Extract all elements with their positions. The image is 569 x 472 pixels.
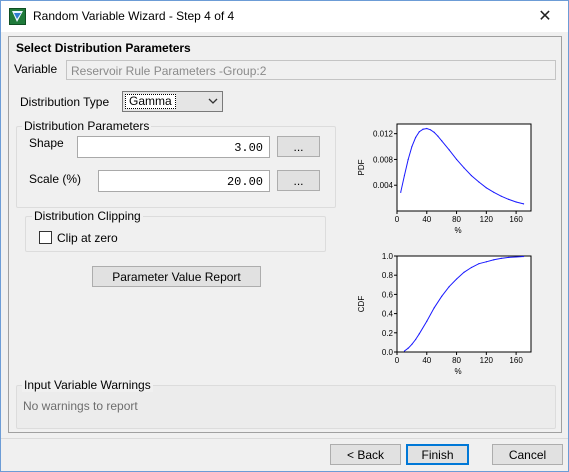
y-tick-label: 1.0 [382,252,394,261]
data-point [522,203,525,205]
window-title: Random Variable Wizard - Step 4 of 4 [33,9,235,23]
data-point [441,295,443,297]
y-axis-label: CDF [357,296,366,313]
finish-button[interactable]: Finish [406,444,469,465]
data-point [403,174,406,177]
x-tick-label: 120 [480,215,494,224]
y-axis-label: PDF [357,159,366,175]
close-icon: ✕ [538,8,552,25]
x-tick-label: 40 [422,215,431,224]
data-point [463,271,465,273]
data-point [500,257,502,259]
data-point [426,320,428,322]
data-point [418,333,420,335]
variable-label: Variable [14,62,58,76]
data-point [400,191,402,193]
variable-field[interactable]: Reservoir Rule Parameters -Group:2 [66,60,556,80]
data-point [448,286,450,288]
clip-at-zero-checkbox[interactable] [39,231,52,244]
data-point [429,129,432,131]
data-point [437,135,439,137]
y-tick-label: 0.008 [373,155,394,164]
y-tick-label: 0.004 [373,181,394,190]
wizard-window: Random Variable Wizard - Step 4 of 4 ✕ S… [0,0,569,472]
section-title: Select Distribution Parameters [16,41,191,55]
back-button[interactable]: < Back [330,444,401,465]
shape-label: Shape [29,136,64,150]
distribution-parameters-label: Distribution Parameters [22,119,152,133]
distribution-type-value: Gamma [125,94,176,109]
data-point [426,127,428,130]
scale-browse-button[interactable]: ... [277,170,320,191]
x-tick-label: 120 [480,356,494,365]
data-point [515,201,517,203]
close-button[interactable]: ✕ [522,1,568,31]
data-point [485,187,487,189]
data-point [407,158,409,161]
data-point [493,259,495,261]
clip-at-zero-label[interactable]: Clip at zero [57,231,118,245]
chevron-down-icon [208,98,218,104]
data-point [422,128,424,130]
data-point [407,347,409,349]
data-point [485,261,487,263]
data-point [415,136,417,139]
data-point [470,266,473,269]
x-axis-label: % [454,226,461,235]
data-point [418,131,420,133]
wizard-content: Select Distribution Parameters Variable … [8,36,562,433]
data-point [478,181,480,183]
x-tick-label: 80 [452,215,461,224]
data-point [522,255,525,258]
data-point [411,343,413,345]
y-tick-label: 0.4 [382,310,394,319]
shape-input[interactable]: 3.00 [77,136,270,158]
data-point [508,198,510,200]
x-tick-label: 0 [395,215,400,224]
data-point [411,145,413,148]
shape-browse-button[interactable]: ... [277,136,320,157]
y-tick-label: 0.6 [382,290,394,299]
data-point [493,191,495,193]
data-point [441,140,443,142]
pdf-chart: 0 40 80 120 160 0.004 0.008 0.012% PDF [357,123,532,235]
x-tick-label: 40 [422,356,431,365]
data-point [403,350,406,352]
warnings-group: Input Variable Warnings No warnings to r… [16,378,556,429]
x-tick-label: 80 [452,356,461,365]
x-tick-label: 160 [509,356,523,365]
data-point [455,158,458,161]
data-point [433,131,435,133]
scale-label: Scale (%) [29,172,82,186]
distribution-clipping-label: Distribution Clipping [32,209,143,223]
data-point [433,307,435,309]
data-point [455,278,458,280]
cdf-chart: 0 40 80 120 160 0.0 0.2 0.4 0.6 0.8 1.0% CDF [357,252,532,375]
data-point [463,167,465,169]
y-tick-label: 0.0 [382,348,394,357]
title-bar[interactable]: Random Variable Wizard - Step 4 of 4 ✕ [1,1,568,32]
data-point [448,149,450,151]
scale-input[interactable]: 20.00 [98,170,270,192]
y-tick-label: 0.2 [382,329,394,338]
distribution-type-select[interactable]: Gamma [122,91,223,112]
x-tick-label: 160 [509,215,523,224]
warnings-text: No warnings to report [23,399,138,413]
cancel-button[interactable]: Cancel [492,444,563,465]
data-point [508,256,510,259]
data-point [500,195,502,197]
y-tick-label: 0.8 [382,271,394,280]
app-icon [9,8,26,25]
distribution-type-label: Distribution Type [20,95,110,109]
warnings-label: Input Variable Warnings [22,378,153,392]
data-point [515,256,517,258]
data-point [478,263,480,265]
parameter-value-report-button[interactable]: Parameter Value Report [92,266,261,287]
y-tick-label: 0.012 [373,130,394,139]
data-point [470,174,473,177]
x-tick-label: 0 [395,356,400,365]
x-axis-label: % [454,367,461,375]
data-point [415,338,417,341]
footer-divider [1,438,568,439]
